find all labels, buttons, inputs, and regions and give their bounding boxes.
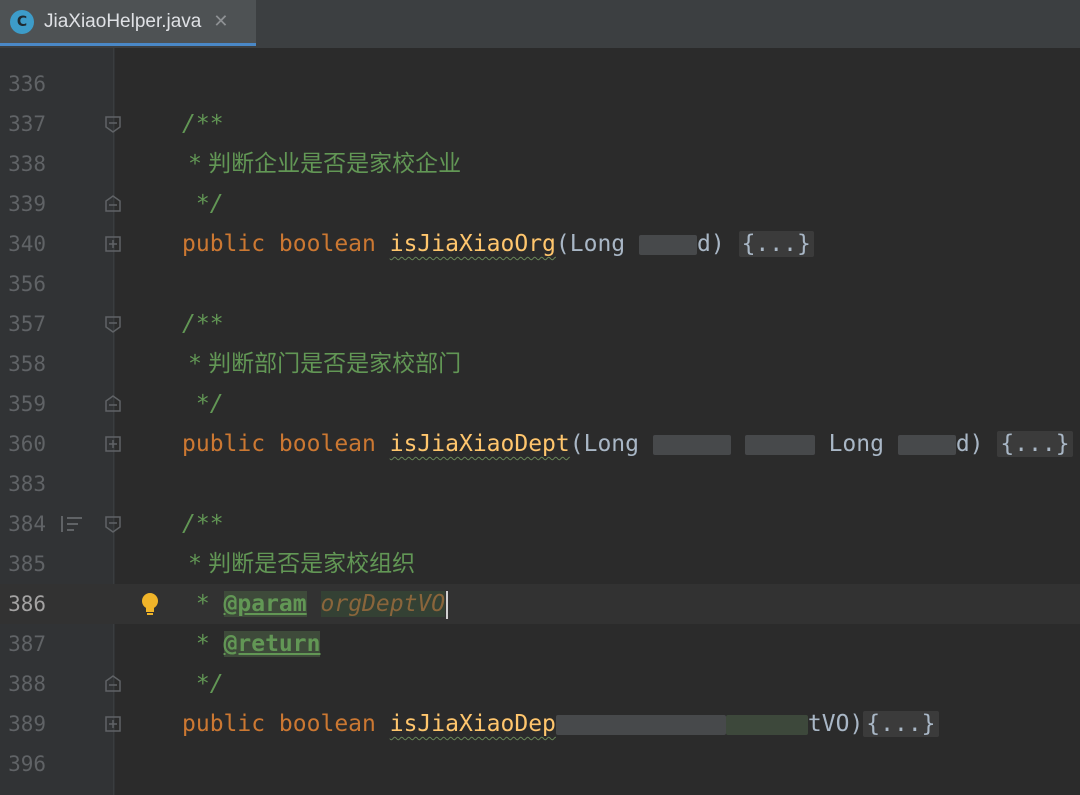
redacted-text — [897, 434, 956, 455]
line-number: 388 — [8, 672, 46, 696]
args: (Long — [569, 431, 653, 457]
doc-star: * — [182, 631, 224, 657]
expand-icon[interactable] — [104, 235, 122, 253]
doc-comment: */ — [182, 671, 224, 697]
fold-icon[interactable] — [104, 195, 122, 213]
doc-comment: /** — [182, 311, 224, 337]
folded-body[interactable]: {...} — [863, 711, 939, 737]
doc-comment: */ — [182, 191, 224, 217]
args: tVO) — [807, 711, 864, 737]
redacted-text — [555, 714, 726, 735]
code-line[interactable]: 385 * 判断是否是家校组织 — [0, 544, 1080, 584]
code-line[interactable]: 356 — [0, 264, 1080, 304]
folded-body[interactable]: {...} — [738, 231, 814, 257]
tab-jiaxiaohelper[interactable]: C JiaXiaoHelper.java ✕ — [0, 0, 256, 46]
fold-icon[interactable] — [104, 315, 122, 333]
doc-comment: * 判断是否是家校组织 — [182, 551, 416, 577]
redacted-text — [744, 434, 815, 455]
doc-star: * — [182, 591, 224, 617]
code-line[interactable]: 383 — [0, 464, 1080, 504]
line-number: 337 — [8, 112, 46, 136]
expand-icon[interactable] — [104, 435, 122, 453]
line-number: 385 — [8, 552, 46, 576]
folded-body[interactable]: {...} — [997, 431, 1073, 457]
line-number: 340 — [8, 232, 46, 256]
doc-comment: */ — [182, 391, 224, 417]
line-number: 339 — [8, 192, 46, 216]
code-line[interactable]: 360 public boolean isJiaXiaoDept(Long Lo… — [0, 424, 1080, 464]
line-number: 359 — [8, 392, 46, 416]
method-name[interactable]: isJiaXiaoDep — [390, 711, 556, 737]
method-name[interactable]: isJiaXiaoOrg — [390, 231, 556, 257]
line-number: 384 — [8, 512, 46, 536]
line-number: 358 — [8, 352, 46, 376]
redacted-text — [725, 714, 808, 735]
redacted-text — [639, 234, 697, 255]
keyword: public boolean — [182, 711, 376, 737]
fold-icon[interactable] — [104, 675, 122, 693]
code-editor[interactable]: 336 337 /** 338 * 判断企业是否是家校企业 339 */ 340… — [0, 48, 1080, 795]
line-number: 360 — [8, 432, 46, 456]
expand-icon[interactable] — [104, 715, 122, 733]
doc-tag: @return — [223, 631, 321, 657]
doc-comment: * @return — [182, 624, 321, 664]
line-number: 383 — [8, 472, 46, 496]
code-line[interactable]: 396 — [0, 744, 1080, 784]
code-line-current[interactable]: 386 * @param orgDeptVO — [0, 584, 1080, 624]
line-number: 387 — [8, 632, 46, 656]
tab-filename: JiaXiaoHelper.java — [44, 10, 202, 32]
code-line[interactable]: 358 * 判断部门是否是家校部门 — [0, 344, 1080, 384]
doc-comment: * 判断部门是否是家校部门 — [182, 351, 462, 377]
line-number: 338 — [8, 152, 46, 176]
line-number: 356 — [8, 272, 46, 296]
structure-icon[interactable] — [60, 514, 84, 534]
method-signature: public boolean isJiaXiaoDept(Long Long d… — [182, 424, 1073, 464]
args: d) — [697, 231, 725, 257]
redacted-text — [652, 434, 731, 455]
method-signature: public boolean isJiaXiaoOrg(Long d) {...… — [182, 224, 814, 264]
code-line[interactable]: 336 — [0, 64, 1080, 104]
java-class-icon: C — [10, 9, 34, 34]
doc-comment: * @param orgDeptVO — [182, 584, 449, 624]
code-line[interactable]: 389 public boolean isJiaXiaoDep tVO) {...} — [0, 704, 1080, 744]
line-number: 357 — [8, 312, 46, 336]
close-icon[interactable]: ✕ — [213, 11, 228, 32]
code-line[interactable]: 339 */ — [0, 184, 1080, 224]
args: Long — [828, 431, 898, 457]
doc-tag: @param — [223, 591, 307, 617]
args: d) — [955, 431, 984, 457]
doc-comment: * 判断企业是否是家校企业 — [182, 151, 462, 177]
editor-tab-bar: C JiaXiaoHelper.java ✕ — [0, 0, 1080, 49]
fold-icon[interactable] — [104, 395, 122, 413]
line-number: 396 — [8, 752, 46, 776]
lightbulb-icon[interactable] — [139, 592, 161, 616]
doc-comment: /** — [182, 111, 224, 137]
method-signature: public boolean isJiaXiaoDep tVO) {...} — [182, 704, 939, 744]
doc-comment: /** — [182, 511, 224, 537]
code-line[interactable]: 357 /** — [0, 304, 1080, 344]
keyword: public boolean — [182, 431, 376, 457]
line-number: 336 — [8, 72, 46, 96]
code-line[interactable]: 359 */ — [0, 384, 1080, 424]
code-line[interactable]: 384 /** — [0, 504, 1080, 544]
fold-icon[interactable] — [104, 115, 122, 133]
keyword: public boolean — [182, 231, 376, 257]
code-line[interactable]: 338 * 判断企业是否是家校企业 — [0, 144, 1080, 184]
line-number: 386 — [8, 592, 46, 616]
code-line[interactable]: 340 public boolean isJiaXiaoOrg(Long d) … — [0, 224, 1080, 264]
code-line[interactable]: 388 */ — [0, 664, 1080, 704]
code-line[interactable]: 337 /** — [0, 104, 1080, 144]
text-caret — [446, 590, 449, 619]
fold-icon[interactable] — [104, 515, 122, 533]
line-number: 389 — [8, 712, 46, 736]
code-line[interactable]: 387 * @return — [0, 624, 1080, 664]
method-name[interactable]: isJiaXiaoDept — [390, 431, 570, 457]
args: (Long — [555, 231, 639, 257]
param-name: orgDeptVO — [320, 591, 446, 617]
